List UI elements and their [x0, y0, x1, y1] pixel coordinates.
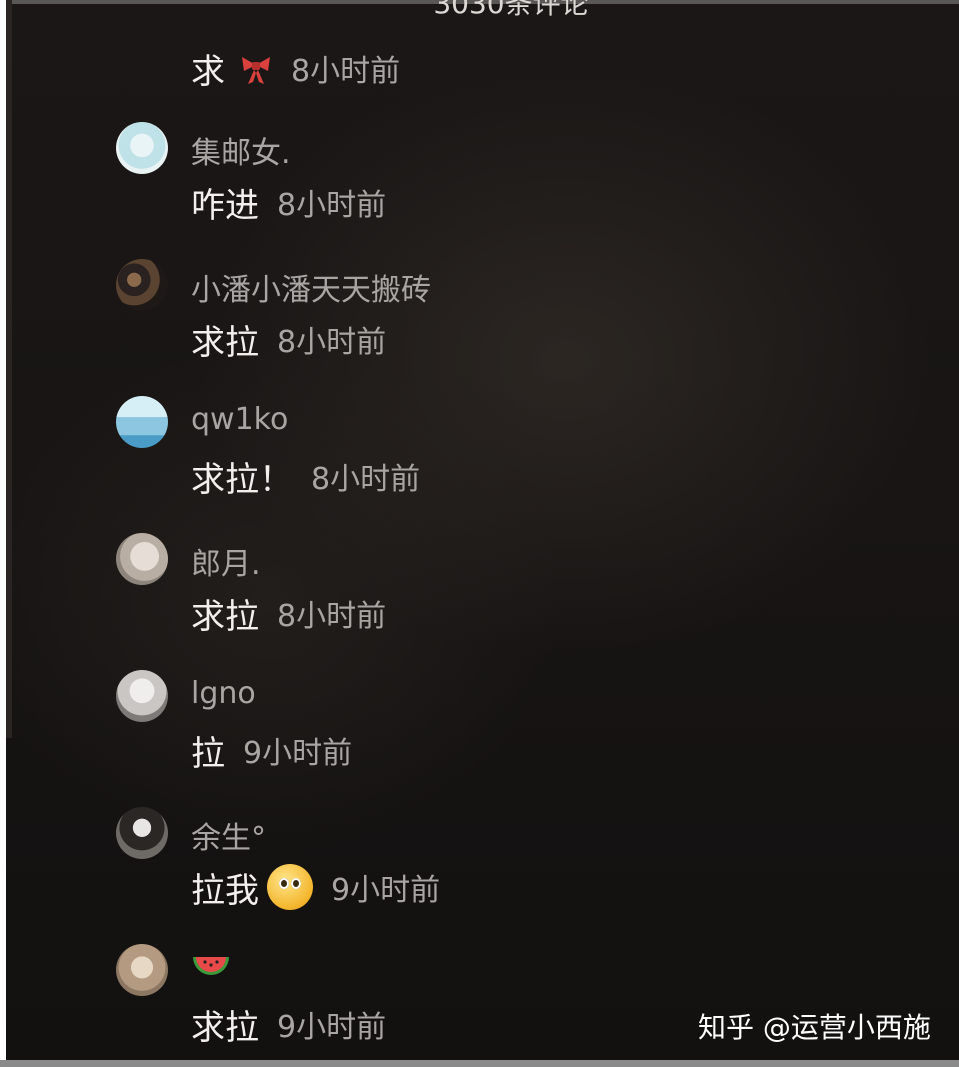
comment-item[interactable]: 郎月. 求拉 8小时前 — [6, 533, 959, 663]
comment-username[interactable]: 郎月. — [191, 539, 261, 583]
avatar[interactable] — [116, 259, 168, 311]
comment-text: 拉我 — [191, 870, 259, 911]
comment-time: 8小时前 — [311, 462, 421, 497]
watermelon-icon — [191, 952, 231, 978]
comment-item[interactable]: 余生° 拉我 9小时前 — [6, 807, 959, 937]
comment-line: 拉我 9小时前 — [191, 864, 441, 911]
comment-username[interactable]: qw1ko — [191, 402, 288, 437]
comment-text: 求拉 — [191, 1007, 259, 1048]
comment-item[interactable]: lgno 拉 9小时前 — [6, 670, 959, 800]
comment-time: 9小时前 — [243, 736, 353, 771]
avatar[interactable] — [116, 122, 168, 174]
comment-username[interactable]: 小潘小潘天天搬砖 — [191, 265, 431, 309]
watermark: 知乎 @运营小西施 — [698, 1011, 931, 1044]
comment-time: 8小时前 — [291, 54, 401, 89]
comment-line: 咋进 8小时前 — [191, 180, 387, 226]
comment-time: 8小时前 — [277, 188, 387, 223]
comment-username[interactable]: 集邮女. — [191, 128, 291, 172]
comment-text: 拉 — [191, 733, 225, 774]
comment-line: 求拉！ 8小时前 — [191, 454, 421, 500]
comment-username[interactable] — [191, 950, 231, 985]
comment-item[interactable]: 小潘小潘天天搬砖 求拉 8小时前 — [6, 259, 959, 389]
avatar[interactable] — [116, 533, 168, 585]
comment-line: 拉 9小时前 — [191, 728, 353, 774]
comment-panel: 3030条评论 求 8小时前 集邮女. 咋进 8小时前 小潘小潘天天搬砖 求拉 … — [6, 0, 959, 1060]
comment-item[interactable]: 求 8小时前 — [6, 0, 959, 120]
comment-time: 8小时前 — [277, 599, 387, 634]
comment-text: 咋进 — [191, 185, 259, 226]
comment-text: 求拉 — [191, 322, 259, 363]
avatar[interactable] — [116, 807, 168, 859]
comment-time: 9小时前 — [331, 873, 441, 908]
pleading-face-icon — [267, 864, 313, 910]
comment-line: 求拉 9小时前 — [191, 1002, 387, 1048]
bottom-divider — [0, 1060, 959, 1067]
comment-username[interactable]: lgno — [191, 676, 256, 711]
avatar[interactable] — [116, 396, 168, 448]
comment-time: 8小时前 — [277, 325, 387, 360]
comment-line: 求拉 8小时前 — [191, 317, 387, 363]
comment-line: 求拉 8小时前 — [191, 591, 387, 637]
avatar[interactable] — [116, 944, 168, 996]
comment-text: 求 — [191, 51, 225, 92]
comment-text: 求拉！ — [191, 459, 293, 500]
comment-item[interactable]: 集邮女. 咋进 8小时前 — [6, 122, 959, 252]
bow-icon — [239, 51, 273, 85]
comment-time: 9小时前 — [277, 1010, 387, 1045]
avatar[interactable] — [116, 670, 168, 722]
comment-username[interactable]: 余生° — [191, 813, 266, 857]
comment-text: 求拉 — [191, 596, 259, 637]
comment-line: 求 8小时前 — [191, 46, 401, 92]
comment-item[interactable]: qw1ko 求拉！ 8小时前 — [6, 396, 959, 526]
